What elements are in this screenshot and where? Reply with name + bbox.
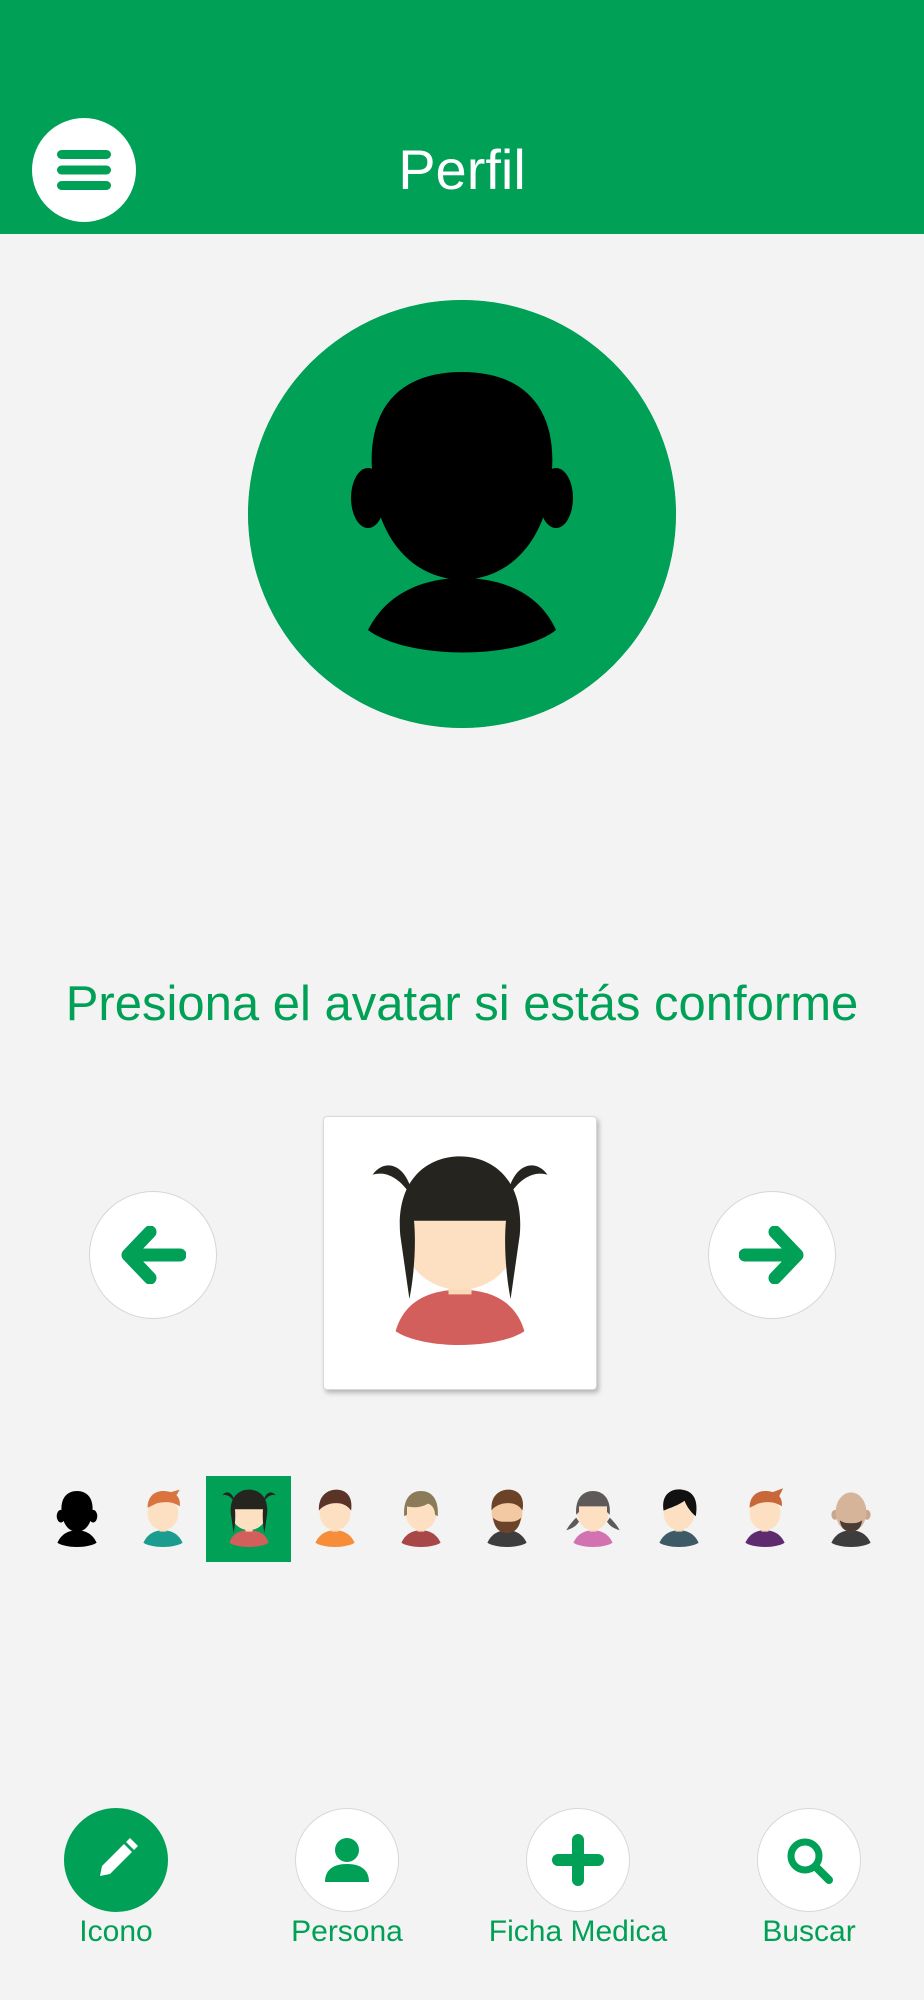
- thumbnail-1[interactable]: [34, 1476, 119, 1562]
- avatar-silhouette-icon: [56, 1491, 97, 1547]
- nav-ficha-medica-button[interactable]: [526, 1808, 630, 1912]
- thumbnail-3[interactable]: [206, 1476, 291, 1562]
- instruction-text: Presiona el avatar si estás conforme: [65, 977, 859, 1031]
- nav-ficha-medica-label: Ficha Medica: [488, 1915, 668, 1948]
- thumbnail-9[interactable]: [722, 1476, 807, 1562]
- bottom-navigation: Icono Persona Ficha Medica Buscar: [0, 1800, 924, 2000]
- nav-persona-label: Persona: [291, 1915, 403, 1948]
- app-header: Perfil: [0, 0, 924, 234]
- nav-persona-button[interactable]: [295, 1808, 399, 1912]
- avatar-preview-card[interactable]: [323, 1116, 597, 1390]
- thumbnail-5[interactable]: [378, 1476, 463, 1562]
- avatar-woman-ginger-icon: [744, 1488, 785, 1547]
- next-avatar-button[interactable]: [708, 1191, 836, 1319]
- nav-buscar-button[interactable]: [757, 1808, 861, 1912]
- nav-icono[interactable]: Icono: [16, 1808, 216, 1950]
- avatar-man-beard-icon: [486, 1489, 527, 1547]
- plus-icon: [552, 1834, 604, 1886]
- search-icon: [787, 1838, 833, 1884]
- thumbnail-4[interactable]: [292, 1476, 377, 1562]
- thumbnail-10[interactable]: [808, 1476, 893, 1562]
- thumbnail-2[interactable]: [120, 1476, 205, 1562]
- nav-icono-button[interactable]: [64, 1808, 168, 1912]
- pencil-icon: [100, 1838, 138, 1876]
- arrow-right-icon: [739, 1226, 804, 1284]
- avatar-girl-black-hair-icon: [221, 1489, 276, 1547]
- previous-avatar-button[interactable]: [89, 1191, 217, 1319]
- person-icon: [325, 1838, 369, 1882]
- nav-buscar-label: Buscar: [762, 1915, 856, 1948]
- avatar-man-brown-hair-icon: [314, 1489, 355, 1547]
- nav-icono-label: Icono: [79, 1915, 153, 1948]
- nav-persona[interactable]: Persona: [247, 1808, 447, 1950]
- thumbnail-8[interactable]: [636, 1476, 721, 1562]
- silhouette-avatar-icon: [248, 300, 676, 728]
- nav-ficha-medica[interactable]: Ficha Medica: [478, 1808, 678, 1950]
- avatar-bald-man-beard-icon: [830, 1492, 871, 1547]
- page-title: Perfil: [398, 138, 526, 201]
- avatar-thumbnail-strip: [34, 1476, 890, 1562]
- avatar-boy-ginger-icon: [142, 1489, 183, 1547]
- avatar-girl-pigtails-icon: [565, 1491, 620, 1547]
- thumbnail-6[interactable]: [464, 1476, 549, 1562]
- avatar-boy-black-hair-icon: [658, 1489, 699, 1547]
- arrow-left-icon: [121, 1226, 186, 1284]
- avatar-woman-light-brown-icon: [400, 1491, 441, 1547]
- avatar-girl-black-hair-icon: [372, 1156, 548, 1345]
- selected-avatar-button[interactable]: [248, 300, 676, 728]
- thumbnail-7[interactable]: [550, 1476, 635, 1562]
- nav-buscar[interactable]: Buscar: [709, 1808, 909, 1950]
